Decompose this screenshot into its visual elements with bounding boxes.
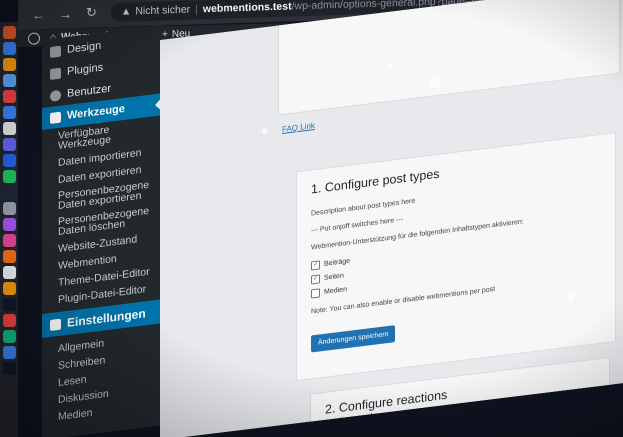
checkbox-checked-icon[interactable]: ✓ [311, 260, 320, 271]
back-icon[interactable]: ← [32, 7, 45, 22]
wordpress-logo-icon[interactable] [28, 31, 40, 45]
reload-icon[interactable]: ↻ [86, 5, 97, 21]
mac-dock [0, 22, 18, 437]
app-icon[interactable] [2, 186, 16, 199]
forward-icon[interactable]: → [59, 6, 72, 21]
admin-menu: Design Plugins Benutzer Werkzeuge Verfüg… [42, 28, 160, 427]
app-icon[interactable] [2, 138, 16, 151]
settings-icon [50, 318, 61, 331]
app-icon[interactable] [2, 282, 16, 295]
app-icon[interactable] [2, 154, 16, 167]
checkbox-checked-icon[interactable]: ✓ [311, 274, 320, 285]
checkbox-unchecked-icon[interactable] [311, 288, 320, 299]
app-icon[interactable] [2, 234, 16, 247]
app-icon[interactable] [2, 26, 16, 39]
wrench-icon [50, 111, 61, 124]
faq-link[interactable]: FAQ Link [282, 121, 315, 134]
app-icon[interactable] [2, 314, 16, 327]
app-icon[interactable] [2, 122, 16, 135]
save-button[interactable]: Änderungen speichern [311, 325, 396, 353]
app-icon[interactable] [2, 90, 16, 103]
post-types-card: 1. Configure post types Description abou… [296, 132, 616, 382]
app-icon[interactable] [2, 218, 16, 231]
section-title: 2. Configure reactions [325, 387, 448, 417]
werkzeuge-submenu: Verfügbare Werkzeuge Daten importieren D… [42, 116, 160, 310]
app-icon[interactable] [2, 170, 16, 183]
app-icon[interactable] [2, 106, 16, 119]
photo-of-screen: ← → ↻ ▲ Nicht sicher | webmentions.test … [0, 0, 623, 437]
admin-sidebar: Design Plugins Benutzer Werkzeuge Verfüg… [42, 25, 160, 437]
warning-icon: ▲ [120, 5, 132, 18]
plugin-icon [50, 67, 61, 80]
app-icon[interactable] [2, 42, 16, 55]
user-icon [50, 89, 61, 102]
section-title: 1. Configure post types [311, 166, 440, 197]
app-icon[interactable] [2, 330, 16, 343]
app-icon[interactable] [2, 298, 16, 311]
app-icon[interactable] [2, 266, 16, 279]
app-icon[interactable] [2, 74, 16, 87]
app-icon[interactable] [2, 202, 16, 215]
app-icon[interactable] [2, 58, 16, 71]
url-host: webmentions.test [202, 0, 292, 16]
brush-icon [50, 45, 61, 58]
app-icon[interactable] [2, 362, 16, 375]
security-label: Nicht sicher [135, 3, 191, 18]
einstellungen-submenu: Allgemein Schreiben Lesen Diskussion Med… [42, 324, 160, 427]
main-content: FAQ Link 1. Configure post types Descrip… [160, 0, 623, 437]
app-icon[interactable] [2, 250, 16, 263]
app-icon[interactable] [2, 346, 16, 359]
